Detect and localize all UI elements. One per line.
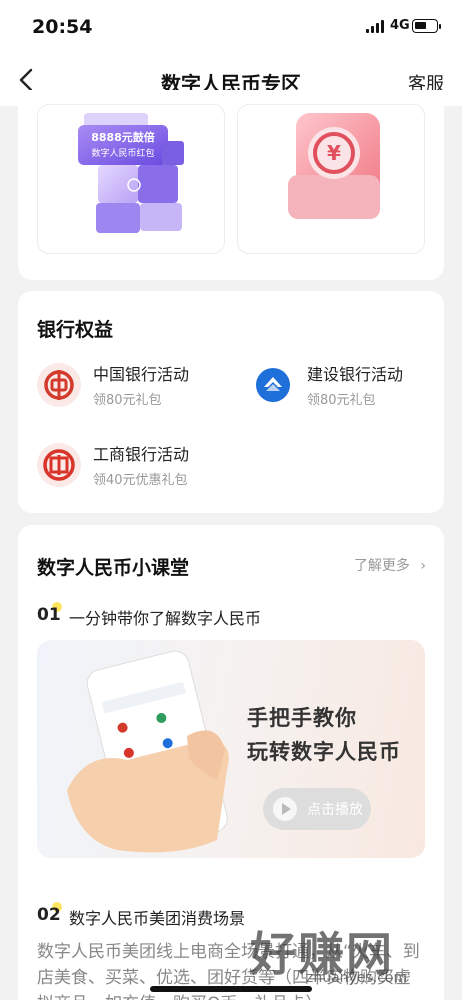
bank-name: 工商银行活动 bbox=[93, 445, 190, 464]
lesson-title: 一分钟带你了解数字人民币 bbox=[69, 609, 262, 628]
learn-more-label: 了解更多 bbox=[353, 558, 410, 574]
bank-benefits-card: 银行权益 中国银行活动 领80元礼包 建设银行活动 领80元礼包 工商银行活动 … bbox=[18, 291, 444, 513]
watermark: 好赚网 zhuanyes.com bbox=[250, 918, 450, 990]
bank-section-title: 银行权益 bbox=[37, 319, 114, 341]
boc-logo-icon bbox=[37, 363, 81, 407]
bank-sub: 领80元礼包 bbox=[93, 393, 162, 408]
lesson-num: 01 bbox=[37, 605, 61, 625]
icbc-logo-icon bbox=[37, 443, 81, 487]
classroom-title: 数字人民币小课堂 bbox=[37, 557, 190, 579]
bank-sub: 领40元优惠礼包 bbox=[93, 473, 188, 488]
svg-text:¥: ¥ bbox=[327, 141, 341, 165]
bank-sub: 领80元礼包 bbox=[307, 393, 376, 408]
ccb-logo-icon bbox=[251, 363, 295, 407]
bank-item-ccb[interactable]: 建设银行活动 领80元礼包 bbox=[251, 361, 451, 417]
banner-line-2: 玩转数字人民币 bbox=[247, 740, 401, 764]
digital-rmb-promo-tile[interactable]: ¥ bbox=[237, 104, 425, 254]
chevron-right-icon: › bbox=[420, 558, 426, 574]
promo-line2: 数字人民币红包 bbox=[91, 147, 154, 159]
promo-card: 8888元鼓倍 数字人民币红包 ¥ bbox=[18, 90, 444, 280]
bank-name: 中国银行活动 bbox=[93, 365, 190, 384]
bank-item-boc[interactable]: 中国银行活动 领80元礼包 bbox=[37, 361, 237, 417]
lesson-num: 02 bbox=[37, 905, 61, 925]
learn-more-link[interactable]: 了解更多 › bbox=[354, 555, 426, 575]
home-indicator bbox=[150, 986, 312, 992]
red-packet-promo-tile[interactable]: 8888元鼓倍 数字人民币红包 bbox=[37, 104, 225, 254]
lesson-title: 数字人民币美团消费场景 bbox=[69, 909, 246, 928]
bank-item-icbc[interactable]: 工商银行活动 领40元优惠礼包 bbox=[37, 441, 237, 497]
play-label: 点击播放 bbox=[307, 802, 363, 818]
bank-name: 建设银行活动 bbox=[307, 365, 404, 384]
play-button[interactable]: 点击播放 bbox=[263, 788, 371, 830]
video-banner[interactable]: 手把手教你 玩转数字人民币 点击播放 bbox=[37, 640, 425, 858]
battery-icon bbox=[412, 19, 441, 33]
status-time: 20:54 bbox=[32, 16, 93, 38]
rmb-coin-box-image: ¥ bbox=[288, 113, 380, 219]
promo-line1: 8888元鼓倍 bbox=[91, 130, 155, 144]
signal-icon bbox=[366, 20, 384, 33]
red-packet-cubes-image: 8888元鼓倍 数字人民币红包 bbox=[78, 113, 184, 233]
banner-line-1: 手把手教你 bbox=[247, 706, 357, 730]
status-bar: 20:54 4G bbox=[0, 0, 462, 54]
phone-in-hand-image bbox=[67, 650, 229, 853]
watermark-url: zhuanyes.com bbox=[306, 970, 408, 986]
play-icon bbox=[273, 797, 297, 821]
network-label: 4G bbox=[390, 18, 410, 33]
